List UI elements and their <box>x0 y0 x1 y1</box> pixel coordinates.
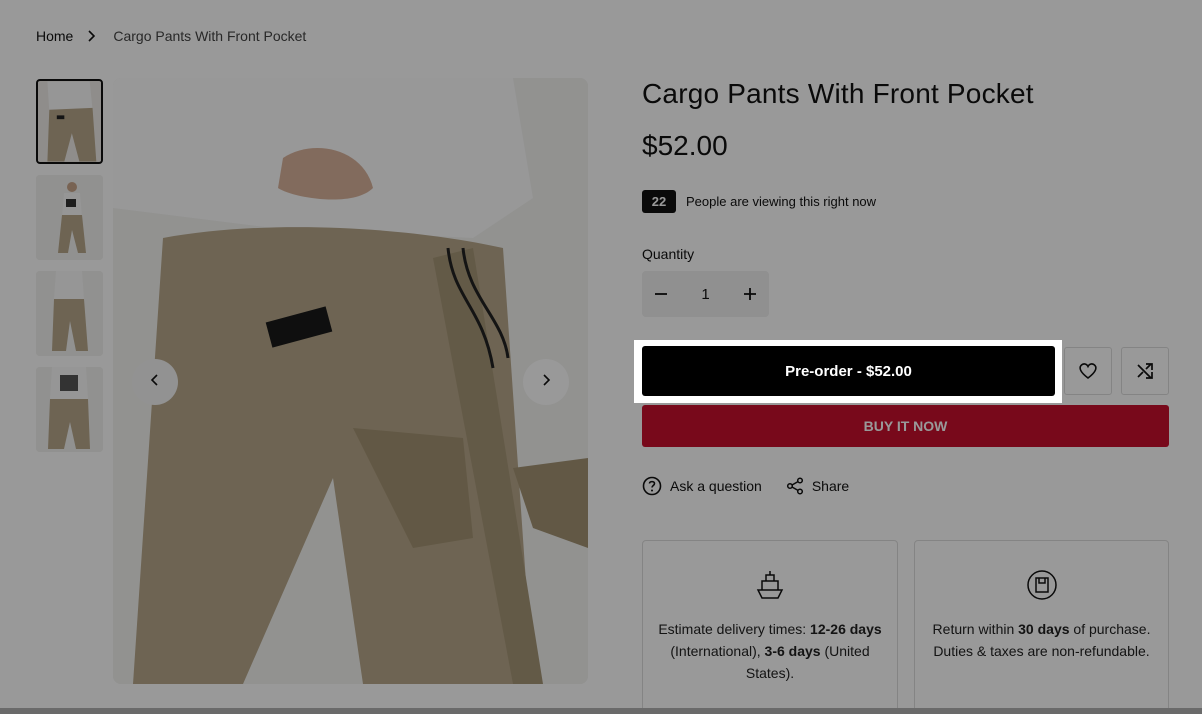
product-title: Cargo Pants With Front Pocket <box>642 78 1034 109</box>
previous-image-button[interactable] <box>132 359 178 405</box>
thumbnail-2[interactable] <box>36 175 103 260</box>
highlight-frame: Pre-order - $52.00 <box>634 340 1062 403</box>
ask-question-label: Ask a question <box>670 478 762 494</box>
shuffle-icon <box>1137 363 1153 379</box>
share-link[interactable]: Share <box>786 477 849 495</box>
question-icon <box>642 476 662 496</box>
bottom-scroll-bar <box>0 708 1202 714</box>
quantity-input[interactable]: 1 <box>701 286 709 303</box>
decrease-quantity-button[interactable] <box>650 283 672 305</box>
heart-icon <box>1079 363 1097 380</box>
quantity-stepper: 1 <box>642 271 769 317</box>
returns-info-card: Return within 30 days of purchase. Dutie… <box>914 540 1169 714</box>
ask-question-link[interactable]: Ask a question <box>642 476 762 496</box>
chevron-left-icon <box>150 373 160 392</box>
share-icon <box>786 477 803 495</box>
returns-text: Return within 30 days of purchase. Dutie… <box>932 621 1151 659</box>
return-box-icon <box>1026 570 1057 600</box>
next-image-button[interactable] <box>523 359 569 405</box>
compare-button[interactable] <box>1121 347 1169 395</box>
wishlist-button[interactable] <box>1064 347 1112 395</box>
thumbnail-4[interactable] <box>36 367 103 452</box>
plus-icon <box>744 288 756 300</box>
product-actions: Ask a question Share <box>642 476 873 496</box>
minus-icon <box>655 293 667 295</box>
chevron-right-icon <box>541 373 551 392</box>
product-price: $52.00 <box>642 130 728 161</box>
breadcrumb-home-link[interactable]: Home <box>36 28 73 44</box>
viewers-text: People are viewing this right now <box>686 194 877 209</box>
thumbnail-list <box>36 79 103 463</box>
product-main-image <box>113 78 588 684</box>
pre-order-button[interactable]: Pre-order - $52.00 <box>642 346 1055 396</box>
ship-icon <box>756 571 784 599</box>
breadcrumb-current: Cargo Pants With Front Pocket <box>113 28 307 44</box>
viewers-notice: 22 People are viewing this right now <box>642 190 876 213</box>
chevron-right-icon <box>87 30 96 42</box>
delivery-info-card: Estimate delivery times: 12-26 days (Int… <box>642 540 898 714</box>
share-label: Share <box>811 478 850 494</box>
viewers-count-badge: 22 <box>642 190 676 213</box>
thumbnail-3[interactable] <box>36 271 103 356</box>
delivery-text: Estimate delivery times: 12-26 days (Int… <box>658 621 882 681</box>
breadcrumb: Home Cargo Pants With Front Pocket <box>36 28 306 44</box>
increase-quantity-button[interactable] <box>739 283 761 305</box>
buy-it-now-button[interactable]: BUY IT NOW <box>642 405 1169 447</box>
quantity-label: Quantity <box>642 246 695 262</box>
thumbnail-1[interactable] <box>36 79 103 164</box>
